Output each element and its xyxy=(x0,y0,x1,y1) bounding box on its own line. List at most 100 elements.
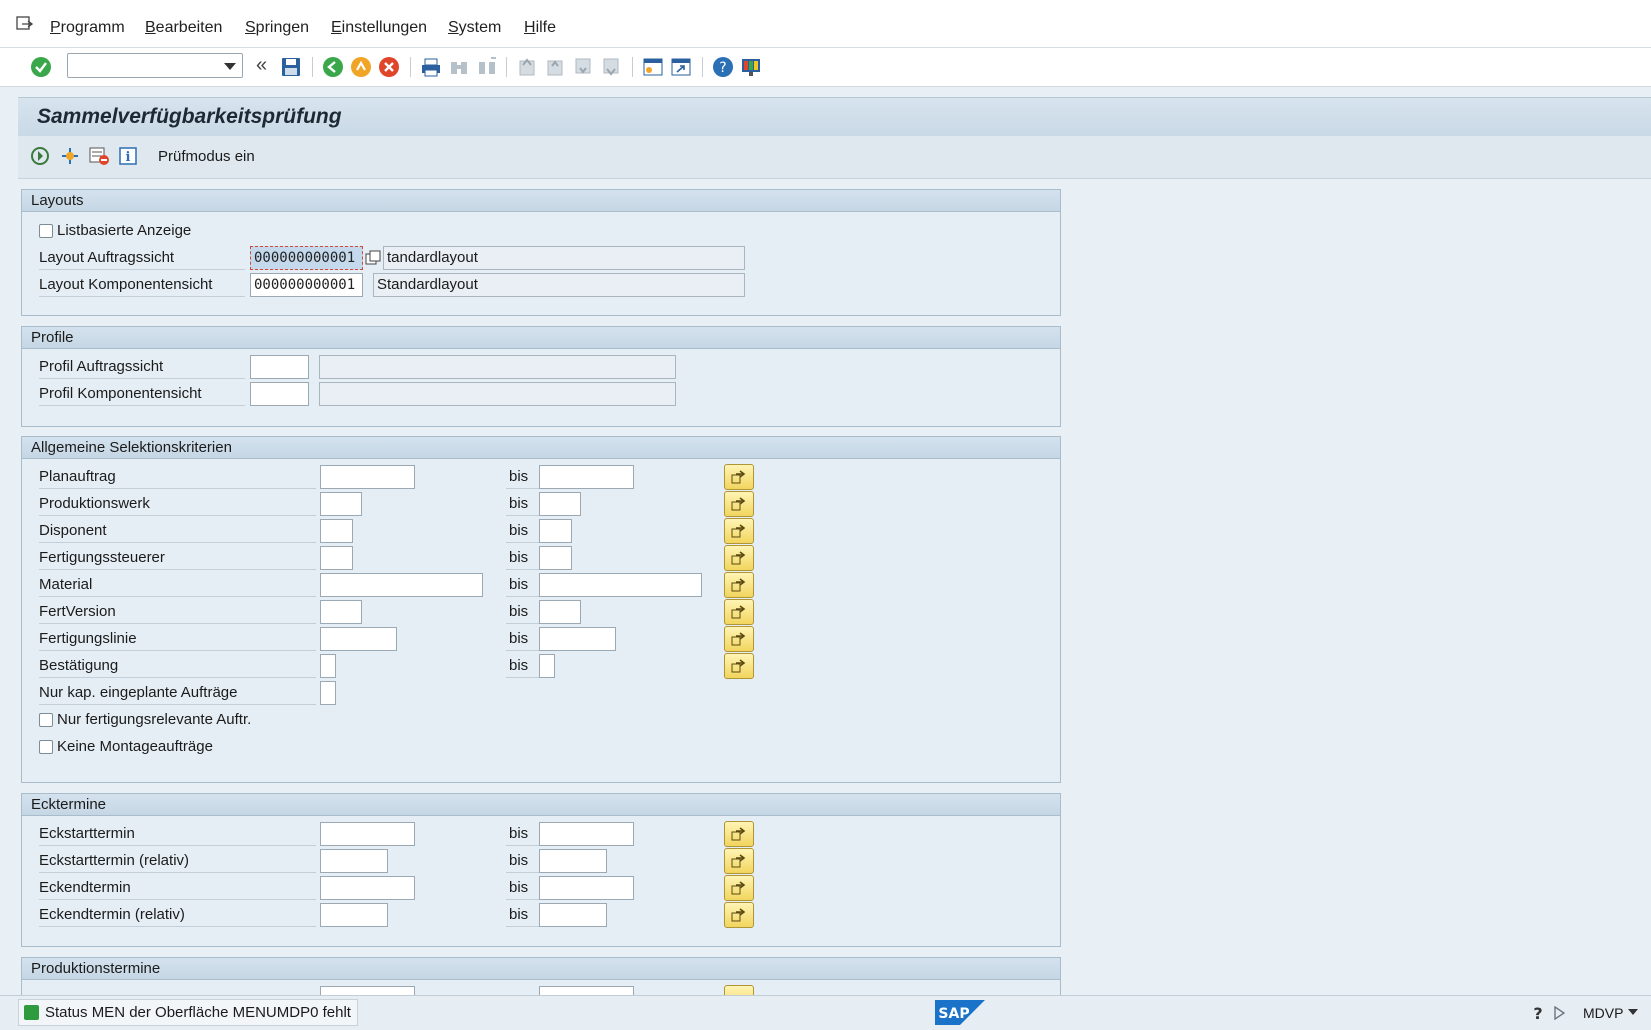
chevron-down-icon[interactable] xyxy=(224,63,236,70)
execute-icon[interactable] xyxy=(30,146,50,166)
eckstarttermin-relativ-to-input[interactable] xyxy=(539,849,607,873)
multiple-selection-button[interactable] xyxy=(724,848,754,874)
system-info[interactable]: MDVP xyxy=(1583,1005,1623,1021)
chevron-down-icon[interactable] xyxy=(1628,1009,1638,1015)
multiple-selection-button[interactable] xyxy=(724,572,754,598)
menu-system[interactable]: System xyxy=(448,19,501,37)
disponent-from-input[interactable] xyxy=(320,519,353,543)
exit-icon[interactable] xyxy=(350,56,372,78)
nur-kap-input[interactable] xyxy=(320,681,336,705)
arrow-right-icon xyxy=(731,524,746,538)
back-icon[interactable] xyxy=(322,56,344,78)
play-triangle-icon[interactable] xyxy=(1553,1006,1565,1020)
keine-montageauftraege-checkbox[interactable] xyxy=(39,740,53,754)
nur-fertigungsrelevante-checkbox[interactable] xyxy=(39,713,53,727)
bestaetigung-to-input[interactable] xyxy=(539,654,555,678)
help-icon[interactable]: ? xyxy=(712,56,734,78)
material-from-input[interactable] xyxy=(320,573,483,597)
shortcut-icon[interactable] xyxy=(670,56,692,78)
eckendtermin-to-input[interactable] xyxy=(539,876,634,900)
status-message[interactable]: Status MEN der Oberfläche MENUMDP0 fehlt xyxy=(18,999,358,1026)
multiple-selection-button[interactable] xyxy=(724,518,754,544)
menu-einstellungen[interactable]: Einstellungen xyxy=(331,19,427,37)
multiple-selection-button[interactable] xyxy=(724,821,754,847)
multiple-selection-button[interactable] xyxy=(724,491,754,517)
check-mode-button[interactable]: Prüfmodus ein xyxy=(158,148,255,165)
clipped-to-input[interactable] xyxy=(539,986,634,995)
section-header: Profile xyxy=(22,327,1060,349)
fertigungssteuerer-from-input[interactable] xyxy=(320,546,353,570)
material-to-input[interactable] xyxy=(539,573,702,597)
standard-toolbar: « ? xyxy=(0,48,1651,87)
produktionswerk-from-input[interactable] xyxy=(320,492,362,516)
arrow-right-icon xyxy=(731,659,746,673)
save-icon[interactable] xyxy=(280,56,302,78)
menu-springen[interactable]: Springen xyxy=(245,19,309,37)
multiple-selection-button[interactable] xyxy=(724,902,754,928)
enter-check-icon[interactable] xyxy=(30,56,52,78)
clipped-from-input[interactable] xyxy=(320,986,415,995)
layout-component-view-input[interactable]: 000000000001 xyxy=(250,273,363,297)
layout-order-view-description: tandardlayout xyxy=(383,246,745,270)
svg-text:?: ? xyxy=(719,60,726,76)
command-field[interactable] xyxy=(67,53,243,78)
eckendtermin-relativ-to-input[interactable] xyxy=(539,903,607,927)
eckstarttermin-to-input[interactable] xyxy=(539,822,634,846)
multiple-selection-button[interactable] xyxy=(724,464,754,490)
fertversion-to-input[interactable] xyxy=(539,600,581,624)
profile-order-view-input[interactable] xyxy=(250,355,309,379)
fertigungslinie-from-input[interactable] xyxy=(320,627,397,651)
arrow-right-icon xyxy=(731,497,746,511)
collapse-chevrons-icon[interactable]: « xyxy=(256,54,267,77)
customize-layout-icon[interactable] xyxy=(740,56,762,78)
arrow-right-icon xyxy=(731,827,746,841)
cancel-icon[interactable] xyxy=(378,56,400,78)
planauftrag-from-input[interactable] xyxy=(320,465,415,489)
multiple-selection-button[interactable] xyxy=(724,653,754,679)
print-icon[interactable] xyxy=(420,56,442,78)
system-menu-icon[interactable] xyxy=(16,16,34,32)
fertigungssteuerer-to-input[interactable] xyxy=(539,546,572,570)
menu-hilfe[interactable]: Hilfe xyxy=(524,19,556,37)
fertigungslinie-to-input[interactable] xyxy=(539,627,616,651)
field-label: Eckstarttermin xyxy=(39,822,316,846)
bestaetigung-from-input[interactable] xyxy=(320,654,336,678)
multiple-selection-button[interactable] xyxy=(724,599,754,625)
eckstarttermin-from-input[interactable] xyxy=(320,822,415,846)
list-display-checkbox[interactable] xyxy=(39,224,53,238)
eckstarttermin-relativ-from-input[interactable] xyxy=(320,849,388,873)
range-row-fertversion: FertVersion bis xyxy=(39,599,1039,625)
page-title: Sammelverfügbarkeitsprüfung xyxy=(37,105,342,128)
eckendtermin-from-input[interactable] xyxy=(320,876,415,900)
layout-order-view-input[interactable]: 000000000001 xyxy=(250,246,363,270)
multiple-selection-button[interactable] xyxy=(724,875,754,901)
nur-fertigungsrelevante-row: Nur fertigungsrelevante Auftr. xyxy=(39,708,1039,732)
multiple-selection-button[interactable] xyxy=(724,545,754,571)
profile-order-view-row: Profil Auftragssicht xyxy=(39,355,1039,379)
info-icon[interactable]: i xyxy=(118,146,138,166)
arrow-right-icon xyxy=(731,605,746,619)
field-label: Material xyxy=(39,573,316,597)
create-session-icon[interactable] xyxy=(642,56,664,78)
menu-programm[interactable]: Programm xyxy=(50,19,125,37)
profile-order-view-description xyxy=(319,355,676,379)
multiple-selection-button[interactable] xyxy=(724,626,754,652)
multiple-selection-button[interactable] xyxy=(724,985,754,995)
application-toolbar: i Prüfmodus ein xyxy=(18,136,1651,179)
produktionswerk-to-input[interactable] xyxy=(539,492,581,516)
fertversion-from-input[interactable] xyxy=(320,600,362,624)
range-row-disponent: Disponent bis xyxy=(39,518,1039,544)
planauftrag-to-input[interactable] xyxy=(539,465,634,489)
eckendtermin-relativ-from-input[interactable] xyxy=(320,903,388,927)
delete-variant-icon[interactable] xyxy=(88,146,110,166)
menu-bar: Programm Bearbeiten Springen Einstellung… xyxy=(0,0,1651,48)
disponent-to-input[interactable] xyxy=(539,519,572,543)
checkbox-label: Nur fertigungsrelevante Auftr. xyxy=(57,711,252,728)
value-help-icon[interactable] xyxy=(365,250,381,266)
variant-icon[interactable] xyxy=(60,146,80,166)
field-label: Fertigungslinie xyxy=(39,627,316,651)
toolbar-separator xyxy=(632,57,633,77)
profile-component-view-input[interactable] xyxy=(250,382,309,406)
menu-bearbeiten[interactable]: Bearbeiten xyxy=(145,19,222,37)
help-question-icon[interactable]: ? xyxy=(1531,1004,1545,1022)
